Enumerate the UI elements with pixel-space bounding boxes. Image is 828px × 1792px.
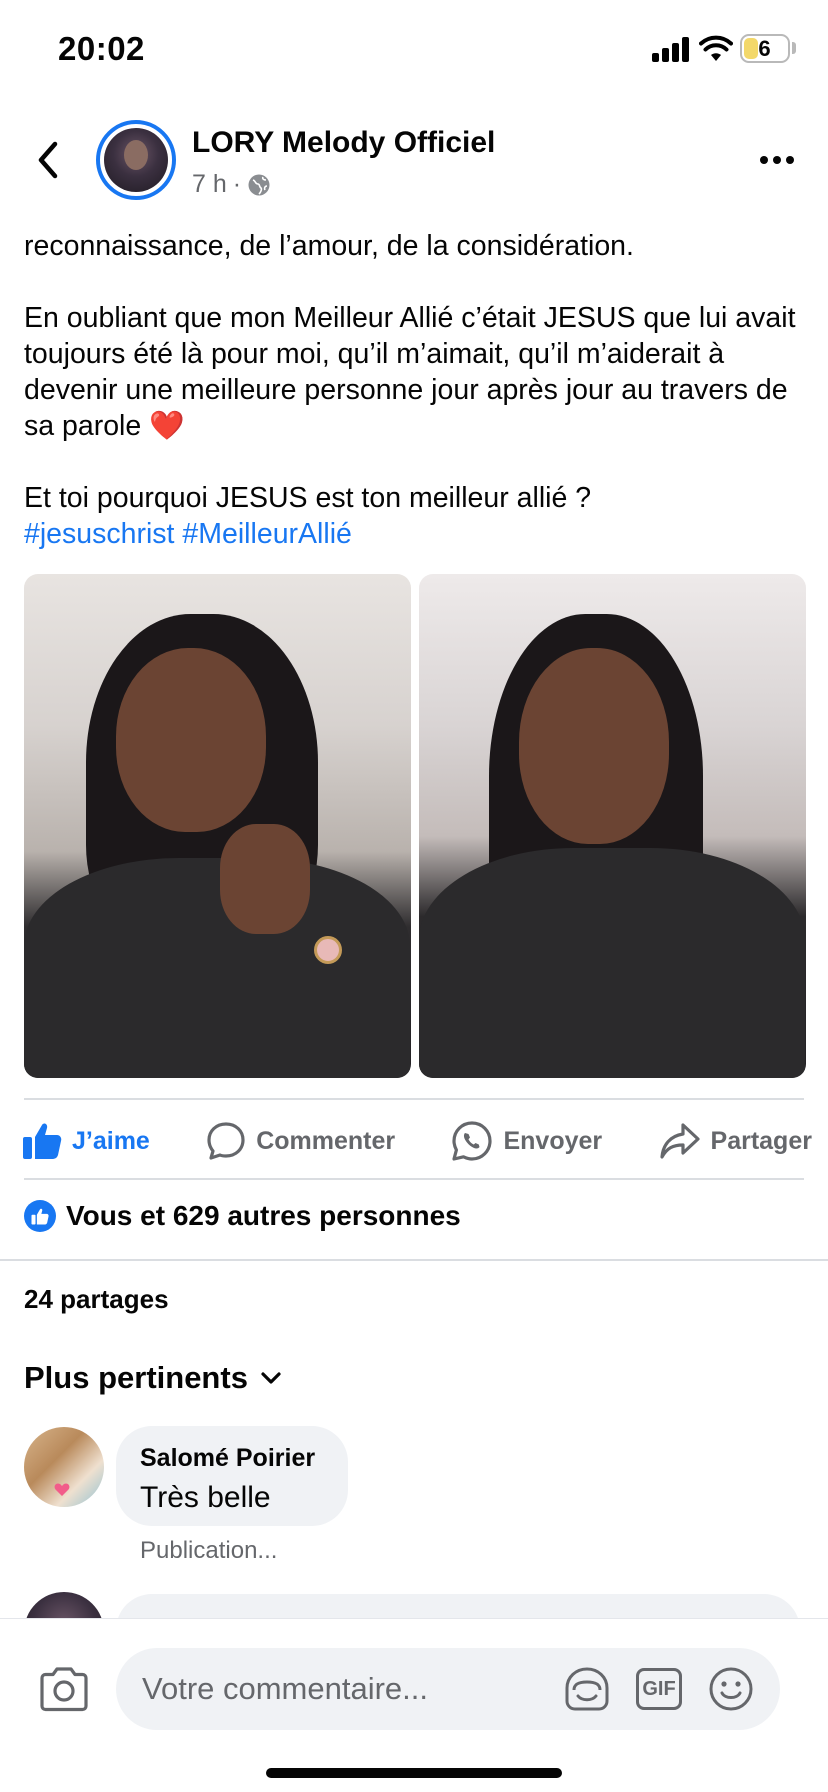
post-text-paragraph: En oubliant que mon Meilleur Allié c’éta… <box>24 300 814 444</box>
comment-author[interactable]: Salomé Poirier <box>140 1444 324 1473</box>
battery-cap <box>792 42 796 54</box>
like-button[interactable]: J’aime <box>22 1122 150 1160</box>
battery-level: 6 <box>758 36 771 61</box>
commenter-avatar[interactable] <box>24 1427 104 1507</box>
status-bar: 20:02 6 <box>0 0 828 100</box>
hashtag-jesuschrist[interactable]: #jesuschrist <box>24 518 174 550</box>
comment-bubble-icon <box>207 1122 245 1160</box>
post-time: 7 h <box>192 170 227 198</box>
comment-composer: Votre commentaire... GIF <box>0 1618 828 1792</box>
divider <box>24 1178 804 1180</box>
post-text-line1: reconnaissance, de l’amour, de la consid… <box>24 230 634 262</box>
meta-separator: · <box>232 170 242 198</box>
page-name[interactable]: LORY Melody Officiel <box>192 126 495 160</box>
avatar-sticker-icon[interactable] <box>564 1666 610 1712</box>
sort-label: Plus pertinents <box>24 1360 248 1395</box>
post-text-para2: En oubliant que mon Meilleur Allié c’éta… <box>24 302 796 442</box>
reactions-summary[interactable]: Vous et 629 autres personnes <box>24 1200 461 1232</box>
gif-label: GIF <box>642 1677 676 1700</box>
share-arrow-icon <box>659 1123 700 1159</box>
home-indicator <box>266 1768 562 1778</box>
send-label: Envoyer <box>503 1126 603 1155</box>
emoji-icon[interactable] <box>708 1666 754 1712</box>
cellular-signal-icon <box>652 36 692 62</box>
comment-button[interactable]: Commenter <box>206 1121 395 1161</box>
camera-icon[interactable] <box>38 1666 90 1712</box>
whatsapp-icon <box>452 1121 493 1161</box>
chevron-left-icon <box>38 141 58 179</box>
comment-status: Publication... <box>140 1537 278 1564</box>
chevron-down-icon <box>261 1372 281 1384</box>
share-label: Partager <box>710 1126 812 1155</box>
divider <box>24 1098 804 1100</box>
send-button[interactable]: Envoyer <box>451 1120 602 1162</box>
post-meta: 7 h · <box>192 170 271 199</box>
status-time: 20:02 <box>58 30 145 67</box>
share-button[interactable]: Partager <box>659 1122 812 1160</box>
comment-sort-dropdown[interactable]: Plus pertinents <box>24 1360 282 1396</box>
comment-input-placeholder: Votre commentaire... <box>142 1671 429 1706</box>
post-photo-1[interactable] <box>24 574 411 1078</box>
heart-icon <box>54 1483 70 1496</box>
comment-bubble[interactable]: Salomé Poirier Très belle <box>116 1426 348 1526</box>
battery-icon: 6 <box>740 34 790 63</box>
page-avatar[interactable] <box>96 120 176 200</box>
section-divider <box>0 1259 828 1261</box>
thumbs-up-icon <box>23 1123 62 1159</box>
action-bar: J’aime Commenter Envoyer Partager <box>22 1110 812 1172</box>
reactions-text: Vous et 629 autres personnes <box>66 1200 461 1231</box>
post-photo-2[interactable] <box>419 574 806 1078</box>
comment-label: Commenter <box>256 1126 396 1155</box>
globe-icon <box>248 174 270 195</box>
more-options-icon[interactable] <box>760 150 800 170</box>
wifi-icon <box>699 35 733 61</box>
hashtags: #jesuschrist #MeilleurAllié <box>24 516 814 552</box>
hashtag-meilleurallie[interactable]: #MeilleurAllié <box>182 518 351 550</box>
gif-button[interactable]: GIF <box>636 1668 682 1710</box>
like-reaction-icon <box>24 1200 56 1232</box>
shares-count[interactable]: 24 partages <box>24 1284 169 1315</box>
red-heart-emoji: ❤️ <box>149 410 185 442</box>
comment-text: Très belle <box>140 1481 271 1514</box>
like-label: J’aime <box>72 1126 150 1155</box>
post-photos <box>24 574 806 1078</box>
post-text: reconnaissance, de l’amour, de la consid… <box>24 228 814 552</box>
post-question: Et toi pourquoi JESUS est ton meilleur a… <box>24 482 592 514</box>
back-button[interactable] <box>28 136 68 184</box>
